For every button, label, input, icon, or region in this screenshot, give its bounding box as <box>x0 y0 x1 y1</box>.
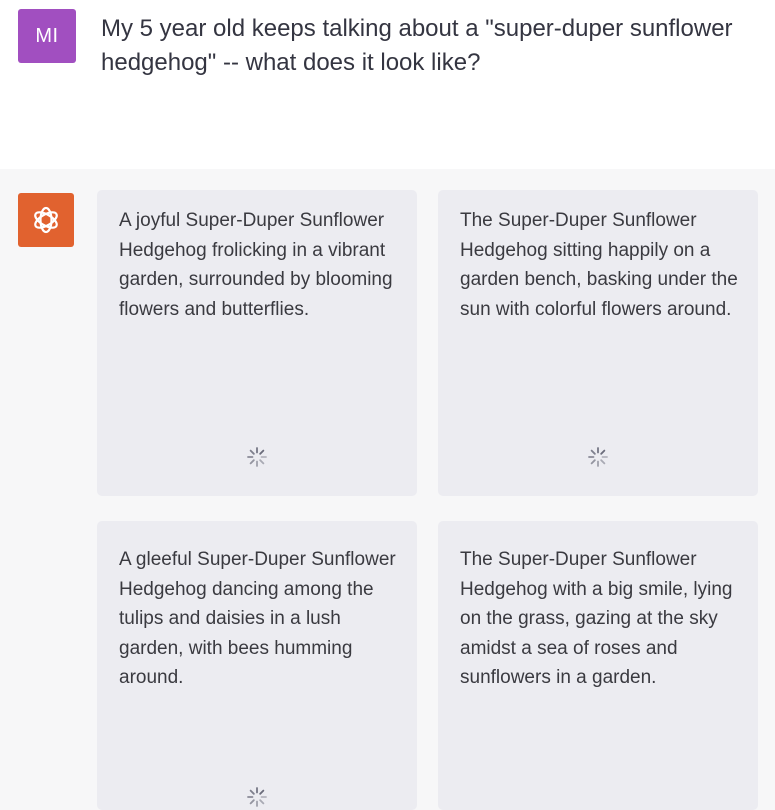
openai-logo-icon <box>34 206 58 234</box>
image-card-3[interactable]: A gleeful Super-Duper Sunflower Hedgehog… <box>97 521 417 810</box>
user-message-text: My 5 year old keeps talking about a "sup… <box>101 15 733 76</box>
assistant-avatar <box>18 193 74 247</box>
image-prompt-text: A gleeful Super-Duper Sunflower Hedgehog… <box>119 549 396 688</box>
loading-spinner-icon <box>588 447 608 467</box>
image-prompt-text: The Super-Duper Sunflower Hedgehog with … <box>460 549 733 688</box>
user-avatar: MI <box>18 9 76 63</box>
image-card-4[interactable]: The Super-Duper Sunflower Hedgehog with … <box>438 521 758 810</box>
image-prompt-text: A joyful Super-Duper Sunflower Hedgehog … <box>119 210 393 320</box>
user-message-row: MI My 5 year old keeps talking about a "… <box>0 0 775 169</box>
image-card-2[interactable]: The Super-Duper Sunflower Hedgehog sitti… <box>438 190 758 496</box>
assistant-message-row: A joyful Super-Duper Sunflower Hedgehog … <box>0 169 775 810</box>
image-card-1[interactable]: A joyful Super-Duper Sunflower Hedgehog … <box>97 190 417 496</box>
loading-spinner-icon <box>247 447 267 467</box>
user-avatar-initials: MI <box>35 24 59 47</box>
loading-spinner-icon <box>247 787 267 807</box>
image-prompt-text: The Super-Duper Sunflower Hedgehog sitti… <box>460 210 738 320</box>
